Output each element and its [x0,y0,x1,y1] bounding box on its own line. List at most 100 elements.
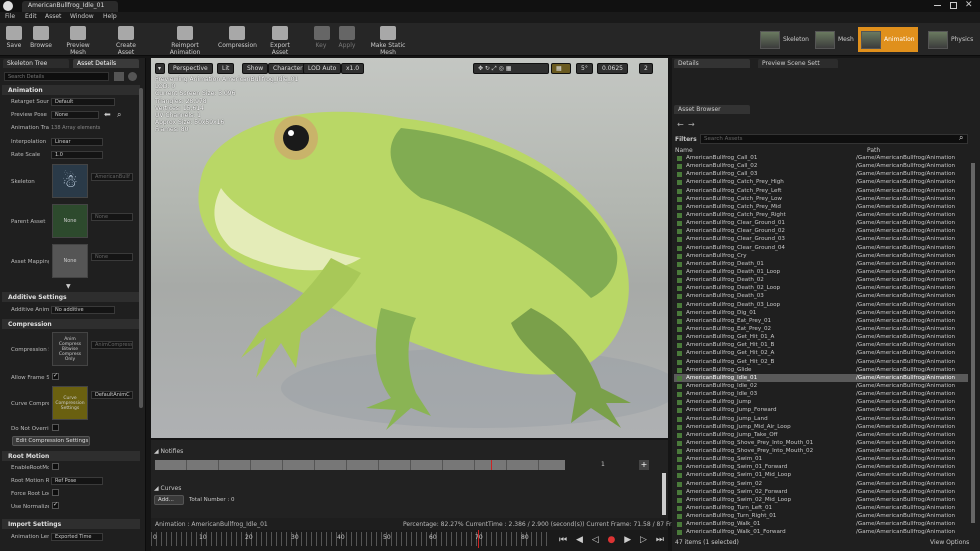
chevron-down-icon[interactable]: ▼ [66,283,71,290]
rate-scale-input[interactable]: 1.0 [51,151,103,159]
list-item[interactable]: AmericanBullfrog_Eat_Prey_01/Game/Americ… [674,317,968,325]
perspective-button[interactable]: Perspective [168,63,213,74]
reimport-animation-button[interactable]: Reimport Animation [156,26,214,56]
list-item[interactable]: AmericanBullfrog_Clear_Ground_04/Game/Am… [674,244,968,252]
list-item[interactable]: AmericanBullfrog_Idle_02/Game/AmericanBu… [674,382,968,390]
minimize-icon[interactable] [934,5,941,6]
list-item[interactable]: AmericanBullfrog_Swim_02_Forward/Game/Am… [674,488,968,496]
asset-mapping-field[interactable]: None [91,253,133,261]
list-item[interactable]: AmericanBullfrog_Death_03_Loop/Game/Amer… [674,301,968,309]
interpolation-dropdown[interactable]: Linear [51,138,103,146]
list-item[interactable]: AmericanBullfrog_Swim_01/Game/AmericanBu… [674,455,968,463]
skeleton-asset-field[interactable]: AmericanBullf [91,173,133,181]
list-item[interactable]: AmericanBullfrog_Get_Hit_01_B/Game/Ameri… [674,341,968,349]
list-item[interactable]: AmericanBullfrog_Catch_Prey_Left/Game/Am… [674,187,968,195]
list-item[interactable]: AmericanBullfrog_Get_Hit_02_B/Game/Ameri… [674,358,968,366]
section-additive-settings[interactable]: Additive Settings [2,292,140,302]
list-item[interactable]: AmericanBullfrog_Dig_01/Game/AmericanBul… [674,309,968,317]
retarget-dropdown[interactable]: Default [51,98,115,106]
tab-preview-scene-settings[interactable]: Preview Scene Sett [758,59,838,68]
tab-skeleton-tree[interactable]: Skeleton Tree [3,59,69,68]
list-item[interactable]: AmericanBullfrog_Catch_Prey_Right/Game/A… [674,211,968,219]
apply-button[interactable]: Apply [338,26,356,49]
tab-details[interactable]: Details [674,59,750,68]
list-item[interactable]: AmericanBullfrog_Walk_01/Game/AmericanBu… [674,520,968,528]
browse-button[interactable]: Browse [30,26,52,49]
lod-button[interactable]: LOD Auto [303,63,342,74]
list-item[interactable]: AmericanBullfrog_Swim_01_Forward/Game/Am… [674,463,968,471]
mode-mesh[interactable]: Mesh [815,27,854,52]
curves-header[interactable]: ◢ Curves [154,485,181,492]
add-track-icon[interactable]: + [639,460,649,470]
transform-tools[interactable]: ✥ ↻ ⤢ ◎ ▦ [473,63,549,74]
column-name-header[interactable]: Name [675,147,693,154]
list-item[interactable]: AmericanBullfrog_Idle_01/Game/AmericanBu… [674,373,968,382]
menu-edit[interactable]: Edit [25,13,37,20]
list-item[interactable]: AmericanBullfrog_Cry/Game/AmericanBullfr… [674,252,968,260]
notifies-header[interactable]: ◢ Notifies [154,448,183,455]
menu-help[interactable]: Help [103,13,117,20]
record-icon[interactable]: ● [608,535,619,545]
close-icon[interactable]: ✕ [965,0,973,10]
force-root-lock-checkbox[interactable] [52,489,59,496]
menu-window[interactable]: Window [70,13,94,20]
playback-speed-button[interactable]: x1.0 [341,63,365,74]
column-path-header[interactable]: Path [867,147,880,154]
tab-asset-details[interactable]: Asset Details [73,59,139,68]
settings-icon[interactable] [128,72,137,81]
asset-list-scrollbar[interactable] [971,163,975,523]
list-item[interactable]: AmericanBullfrog_Death_01_Loop/Game/Amer… [674,268,968,276]
add-curve-button[interactable]: Add... [154,495,184,505]
mode-physics[interactable]: Physics [928,27,973,52]
list-item[interactable]: AmericanBullfrog_Eat_Prey_02/Game/Americ… [674,325,968,333]
do-not-override-checkbox[interactable] [52,424,59,431]
show-button[interactable]: Show [242,63,269,74]
list-item[interactable]: AmericanBullfrog_Walk_01_Forward/Game/Am… [674,528,968,536]
list-item[interactable]: AmericanBullfrog_Clear_Ground_01/Game/Am… [674,219,968,227]
list-item[interactable]: AmericanBullfrog_Death_02_Loop/Game/Amer… [674,284,968,292]
list-item[interactable]: AmericanBullfrog_Death_02/Game/AmericanB… [674,276,968,284]
compression-button[interactable]: Compression [218,26,257,49]
list-item[interactable]: AmericanBullfrog_Call_01/Game/AmericanBu… [674,154,968,162]
arrow-left-icon[interactable]: ⬅ [104,110,111,119]
list-item[interactable]: AmericanBullfrog_Turn_Left_01/Game/Ameri… [674,504,968,512]
list-item[interactable]: AmericanBullfrog_Catch_Prey_High/Game/Am… [674,178,968,186]
back-icon[interactable]: ← [677,120,684,129]
key-button[interactable]: Key [314,26,330,49]
menu-asset[interactable]: Asset [45,13,61,20]
list-item[interactable]: AmericanBullfrog_Get_Hit_02_A/Game/Ameri… [674,349,968,357]
left-panel-scrollbar[interactable] [139,88,143,408]
list-item[interactable]: AmericanBullfrog_Swim_02_Mid_Loop/Game/A… [674,496,968,504]
mode-animation[interactable]: Animation [858,27,918,52]
character-button[interactable]: Character [268,63,308,74]
timeline-ruler[interactable]: 0 10 20 30 40 50 60 70 80 ⏮ ◀ ◁ ● ▶ ▷ ⏭ … [151,530,680,551]
filters-button[interactable]: Filters [675,136,697,143]
view-options-icon[interactable] [114,72,124,81]
viewport-options-button[interactable]: ▾ [155,63,165,74]
enable-root-motion-checkbox[interactable] [52,463,59,470]
list-item[interactable]: AmericanBullfrog_Call_03/Game/AmericanBu… [674,170,968,178]
list-item[interactable]: AmericanBullfrog_Idle_03/Game/AmericanBu… [674,390,968,398]
list-item[interactable]: AmericanBullfrog_Jump_Forward/Game/Ameri… [674,406,968,414]
list-item[interactable]: AmericanBullfrog_Glide/Game/AmericanBull… [674,366,968,374]
list-item[interactable]: AmericanBullfrog_Clear_Ground_03/Game/Am… [674,235,968,243]
edit-compression-button[interactable]: Edit Compression Settings [12,436,90,446]
list-item[interactable]: AmericanBullfrog_Death_01/Game/AmericanB… [674,260,968,268]
list-item[interactable]: AmericanBullfrog_Swim_01_Mid_Loop/Game/A… [674,471,968,479]
parent-asset-field[interactable]: None [91,213,133,221]
playback-controls[interactable]: ⏮ ◀ ◁ ● ▶ ▷ ⏭ ↻ [559,535,683,545]
section-animation[interactable]: Animation [2,85,140,95]
list-item[interactable]: AmericanBullfrog_Shove_Prey_Into_Mouth_0… [674,439,968,447]
list-item[interactable]: AmericanBullfrog_Catch_Prey_Low/Game/Ame… [674,195,968,203]
list-item[interactable]: AmericanBullfrog_Jump_Mid_Air_Loop/Game/… [674,423,968,431]
document-tab[interactable]: AmericanBullfrog_Idle_01 [22,1,118,12]
animation-length-dropdown[interactable]: Exported Time [51,533,103,541]
list-item[interactable]: AmericanBullfrog_Turn_Right_01/Game/Amer… [674,512,968,520]
scale-snap-value[interactable]: 0.0625 [597,63,628,74]
list-item[interactable]: AmericanBullfrog_Jump_Land/Game/American… [674,415,968,423]
make-static-mesh-button[interactable]: Make Static Mesh [364,26,412,56]
list-item[interactable]: AmericanBullfrog_Call_02/Game/AmericanBu… [674,162,968,170]
view-options-button[interactable]: View Options [930,539,969,546]
root-motion-root-lock-dropdown[interactable]: Ref Pose [51,477,103,485]
compression-scheme-field[interactable]: AnimCompress [91,341,133,349]
